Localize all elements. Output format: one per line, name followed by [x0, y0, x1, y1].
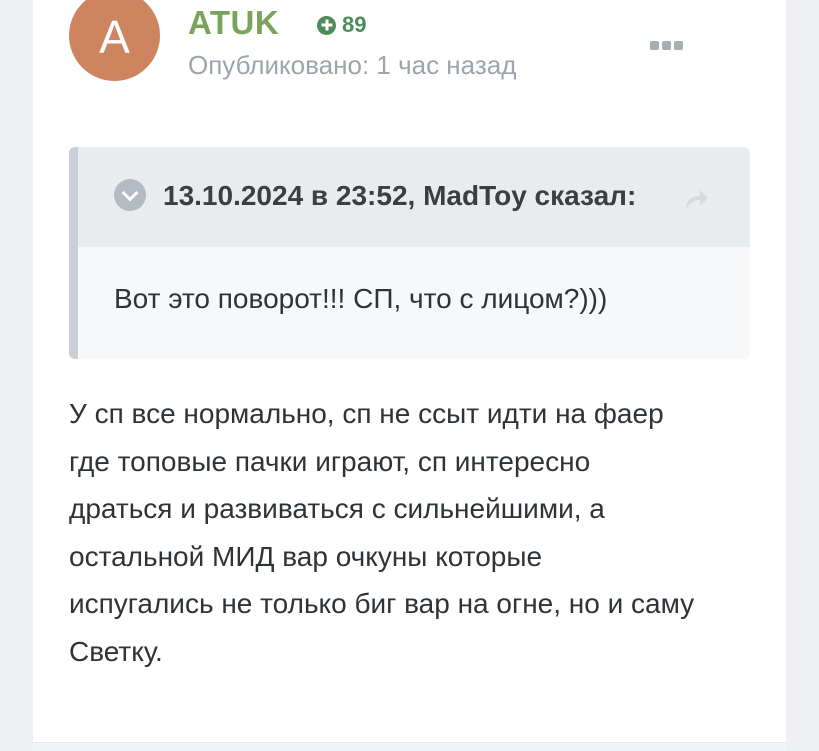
quote-block: [69, 147, 750, 359]
quote-citation[interactable]: 13.10.2024 в 23:52, MadToy сказал:: [163, 180, 636, 212]
avatar-letter: A: [99, 10, 130, 63]
post-body-line: Светку.: [69, 635, 163, 667]
quote-text: Вот это поворот!!! СП, что с лицом?))): [114, 283, 608, 314]
more-dot: [674, 41, 683, 50]
ellipsis-icon[interactable]: [650, 41, 683, 50]
post-timestamp: Опубликовано: 1 час назад: [188, 50, 517, 80]
post-body-line: где топовые пачки играют, сп интересно: [69, 445, 591, 477]
plus-circle-icon: [317, 15, 336, 35]
post-body-line: У сп все нормально, сп не ссыт идти на ф…: [69, 398, 664, 429]
more-dot: [662, 41, 671, 50]
post-body-line: драться и развиваться с сильнейшими, а: [69, 493, 605, 524]
author-name[interactable]: ATUK: [188, 4, 279, 42]
post-body: У сп все нормально, сп не ссыт идти на ф…: [69, 390, 769, 675]
reputation-badge: 89: [317, 12, 366, 38]
reputation-count: 89: [342, 12, 367, 37]
post-body-line: испугались не только биг вар на огне, но…: [69, 588, 695, 619]
quote-bar: [69, 147, 78, 359]
post-body-line: остальной МИД вар очкуны которые: [69, 540, 543, 572]
chevron-down-icon[interactable]: [114, 179, 146, 211]
share-arrow-icon[interactable]: [682, 186, 710, 212]
more-dot: [650, 41, 659, 50]
